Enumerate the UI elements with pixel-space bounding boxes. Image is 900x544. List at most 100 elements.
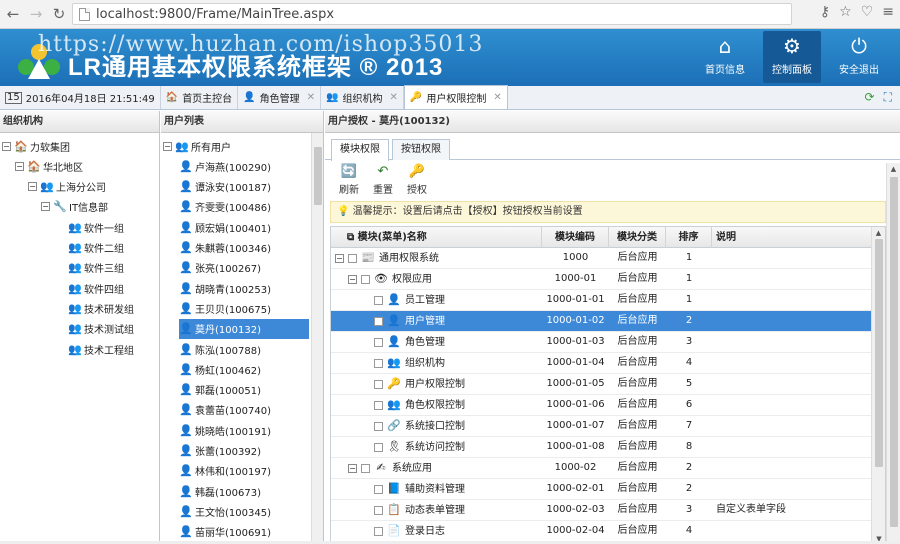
reset-button[interactable]: ↶ 重置 — [368, 163, 398, 201]
key-icon[interactable]: ⚷ — [820, 4, 830, 20]
user-list-item[interactable]: 👤 林伟和(100197) — [179, 461, 309, 481]
org-node[interactable]: − 🔧 IT信息部 — [41, 197, 108, 217]
close-icon[interactable]: ✕ — [307, 92, 315, 103]
table-row[interactable]: 📋 动态表单管理 1000-02-03 后台应用 3 自定义表单字段 — [331, 500, 872, 521]
table-row[interactable]: 👤 员工管理 1000-01-01 后台应用 1 — [331, 290, 872, 311]
user-list-item[interactable]: 👤 王贝贝(100675) — [179, 298, 309, 318]
address-bar[interactable]: localhost:9800/Frame/MainTree.aspx — [72, 3, 792, 25]
collapse-icon[interactable]: − — [348, 274, 357, 284]
row-checkbox[interactable] — [361, 274, 370, 284]
collapse-icon[interactable]: − — [348, 463, 357, 473]
collapse-icon[interactable]: − — [28, 182, 37, 192]
row-checkbox[interactable] — [374, 442, 383, 452]
close-icon[interactable]: ✕ — [493, 92, 501, 103]
collapse-icon[interactable]: − — [15, 161, 24, 171]
user-list-item[interactable]: 👤 顾宏娟(100401) — [179, 217, 309, 237]
org-node[interactable]: 👥 软件三组 — [68, 258, 124, 278]
org-node[interactable]: 👥 技术研发组 — [68, 298, 134, 318]
tab-home[interactable]: 🏠 首页主控台 — [161, 86, 239, 109]
row-checkbox[interactable] — [374, 421, 383, 431]
scroll-up-icon[interactable]: ▲ — [872, 227, 885, 239]
row-checkbox[interactable] — [374, 505, 383, 515]
logout-button[interactable]: ⏻ 安全退出 — [830, 31, 888, 83]
row-checkbox[interactable] — [361, 463, 370, 473]
user-root-node[interactable]: − 👥 所有用户 — [163, 136, 231, 156]
user-list-item[interactable]: 👤 苗丽华(100691) — [179, 522, 309, 542]
menu-icon[interactable]: ≡ — [882, 4, 894, 20]
col-description[interactable]: 说明 — [712, 227, 872, 248]
org-node[interactable]: − 🏠 力软集团 — [2, 136, 70, 156]
fullscreen-icon[interactable]: ⛶ — [884, 90, 892, 105]
col-module-name[interactable]: ⧉ 模块(菜单)名称 — [331, 227, 542, 248]
table-row[interactable]: 👤 用户管理 1000-01-02 后台应用 2 — [331, 311, 872, 332]
user-list-item[interactable]: 👤 郭磊(100051) — [179, 380, 309, 400]
user-list-item[interactable]: 👤 韩磊(100673) — [179, 481, 309, 501]
row-checkbox[interactable] — [374, 400, 383, 410]
grid-scrollbar[interactable]: ▲ ▼ — [871, 227, 885, 543]
collapse-icon[interactable]: − — [41, 202, 50, 212]
forward-icon[interactable]: → — [26, 4, 46, 24]
refresh-icon[interactable]: ⟳ — [865, 90, 875, 105]
row-checkbox[interactable] — [374, 526, 383, 536]
scroll-thumb[interactable] — [314, 147, 322, 205]
collapse-icon[interactable]: − — [335, 253, 344, 263]
user-list-item[interactable]: 👤 杨虹(100462) — [179, 359, 309, 379]
user-list-item[interactable]: 👤 齐雯雯(100486) — [179, 197, 309, 217]
org-node[interactable]: 👥 技术测试组 — [68, 319, 134, 339]
user-list-item[interactable]: 👤 张亮(100267) — [179, 258, 309, 278]
scroll-up-icon[interactable]: ▲ — [887, 163, 900, 175]
authorize-button[interactable]: 🔑 授权 — [402, 163, 432, 201]
control-panel-button[interactable]: ⚙ 控制面板 — [763, 31, 821, 83]
col-sort[interactable]: 排序 — [666, 227, 712, 248]
refresh-button[interactable]: 🔄 刷新 — [334, 163, 364, 201]
table-row[interactable]: 👥 角色权限控制 1000-01-06 后台应用 6 — [331, 395, 872, 416]
org-node[interactable]: 👥 软件二组 — [68, 238, 124, 258]
user-list-item[interactable]: 👤 姚晓皓(100191) — [179, 420, 309, 440]
table-row[interactable]: − 📰 通用权限系统 1000 后台应用 1 — [331, 248, 872, 269]
row-checkbox[interactable] — [374, 379, 383, 389]
row-checkbox[interactable] — [374, 295, 383, 305]
col-module-category[interactable]: 模块分类 — [609, 227, 666, 248]
user-list-item[interactable]: 👤 谭泳安(100187) — [179, 177, 309, 197]
org-node[interactable]: 👥 软件四组 — [68, 278, 124, 298]
tab-button-permission[interactable]: 按钮权限 — [392, 139, 450, 160]
scroll-thumb[interactable] — [875, 239, 883, 467]
user-scrollbar[interactable] — [311, 133, 323, 544]
star-icon[interactable]: ☆ — [839, 4, 852, 20]
table-row[interactable]: 🔑 用户权限控制 1000-01-05 后台应用 5 — [331, 374, 872, 395]
col-module-code[interactable]: 模块编码 — [542, 227, 609, 248]
table-row[interactable]: − ✍ 系统应用 1000-02 后台应用 2 — [331, 458, 872, 479]
scroll-thumb[interactable] — [890, 177, 898, 527]
main-scrollbar[interactable]: ▲ — [886, 163, 900, 544]
user-list-item[interactable]: 👤 朱麒蓉(100346) — [179, 238, 309, 258]
row-checkbox[interactable] — [348, 253, 357, 263]
user-list-item[interactable]: 👤 张蕾(100392) — [179, 441, 309, 461]
user-list-item[interactable]: 👤 袁蕾苗(100740) — [179, 400, 309, 420]
close-icon[interactable]: ✕ — [389, 92, 397, 103]
org-node[interactable]: 👥 软件一组 — [68, 217, 124, 237]
collapse-icon[interactable]: − — [163, 141, 172, 151]
collapse-icon[interactable]: − — [2, 141, 11, 151]
org-node[interactable]: 👥 技术工程组 — [68, 339, 134, 359]
table-row[interactable]: 🔗 系统接口控制 1000-01-07 后台应用 7 — [331, 416, 872, 437]
table-row[interactable]: 👥 组织机构 1000-01-04 后台应用 4 — [331, 353, 872, 374]
shield-icon[interactable]: ♡ — [861, 4, 874, 20]
table-row[interactable]: − 👁 权限应用 1000-01 后台应用 1 — [331, 269, 872, 290]
row-checkbox[interactable] — [374, 337, 383, 347]
org-node[interactable]: − 👥 上海分公司 — [28, 177, 106, 197]
row-checkbox[interactable] — [374, 316, 383, 326]
table-row[interactable]: 👤 角色管理 1000-01-03 后台应用 3 — [331, 332, 872, 353]
user-list-item[interactable]: 👤 王文怡(100345) — [179, 501, 309, 521]
row-checkbox[interactable] — [374, 484, 383, 494]
table-row[interactable]: 📄 登录日志 1000-02-04 后台应用 4 — [331, 521, 872, 542]
reload-icon[interactable]: ↻ — [49, 4, 69, 24]
org-node[interactable]: − 🏠 华北地区 — [15, 156, 83, 176]
user-list-item[interactable]: 👤 胡晓青(100253) — [179, 278, 309, 298]
table-row[interactable]: 🎗 系统访问控制 1000-01-08 后台应用 8 — [331, 437, 872, 458]
user-list-item[interactable]: 👤 卢海燕(100290) — [179, 156, 309, 176]
back-icon[interactable]: ← — [3, 4, 23, 24]
tab-role-management[interactable]: 👤 角色管理 ✕ — [238, 86, 322, 109]
table-row[interactable]: 📘 辅助资料管理 1000-02-01 后台应用 2 — [331, 479, 872, 500]
row-checkbox[interactable] — [374, 358, 383, 368]
tab-module-permission[interactable]: 模块权限 — [331, 139, 389, 161]
